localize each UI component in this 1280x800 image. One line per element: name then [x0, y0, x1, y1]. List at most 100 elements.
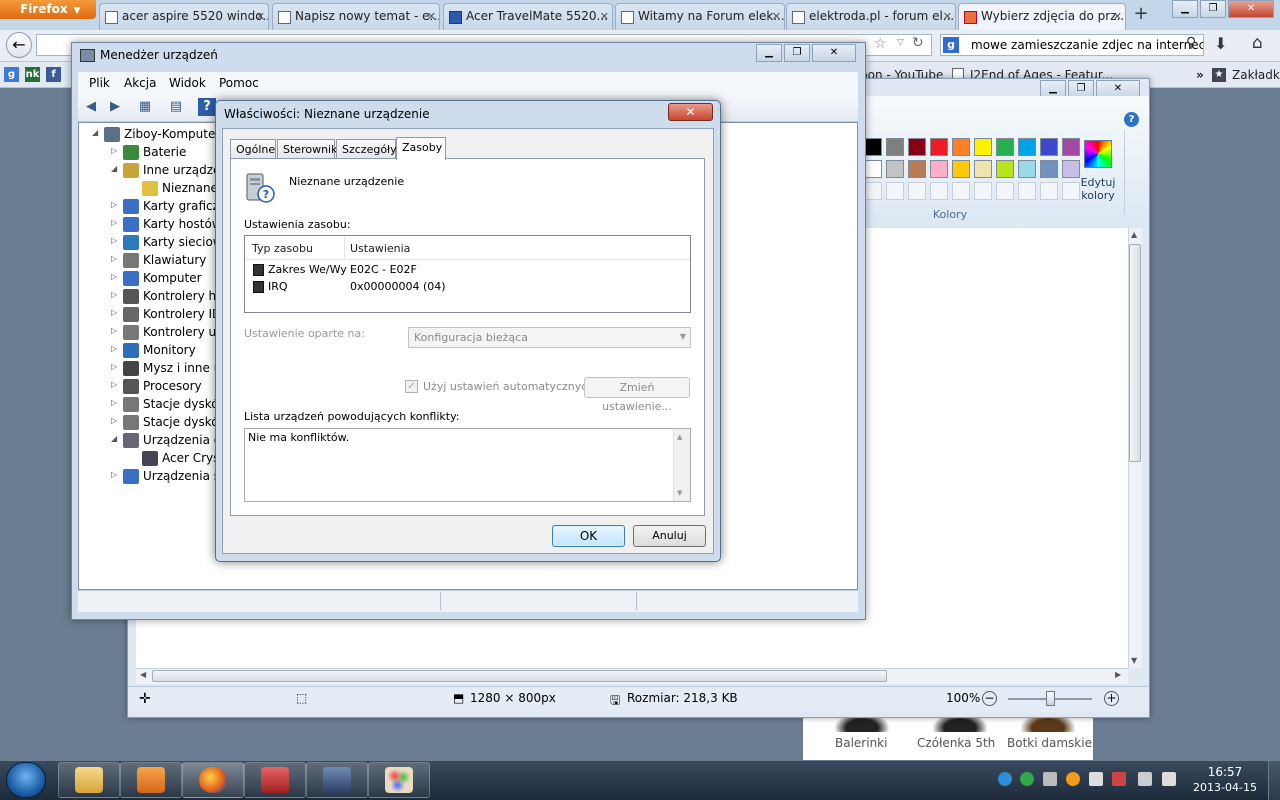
expand-arrow-icon[interactable]: ▷: [111, 200, 117, 209]
tab-general[interactable]: Ogólne: [230, 139, 276, 159]
google-bookmark-icon[interactable]: g: [4, 67, 19, 82]
update-tray-icon[interactable]: [1066, 772, 1080, 786]
custom-color-slot[interactable]: [974, 182, 992, 200]
flag-icon[interactable]: [1089, 772, 1103, 786]
expand-arrow-icon[interactable]: ▷: [111, 470, 117, 479]
close-tab-icon[interactable]: ✕: [256, 10, 265, 23]
edit-colors-button[interactable]: Edytuj kolory: [1080, 140, 1116, 210]
expand-arrow-icon[interactable]: ▷: [111, 146, 117, 155]
browser-tab[interactable]: acer aspire 5520 windo... ✕: [99, 3, 269, 30]
tree-item[interactable]: ▷ Kontrolery un: [111, 325, 224, 340]
help-icon[interactable]: ?: [198, 98, 216, 116]
resource-setting-cell[interactable]: E02C - E02F: [350, 263, 417, 276]
ok-button[interactable]: OK: [552, 525, 625, 547]
tree-item[interactable]: ▷ Baterie: [111, 145, 186, 160]
start-button[interactable]: [6, 762, 46, 798]
bookmarks-menu[interactable]: Zakładki: [1232, 68, 1280, 82]
expand-arrow-icon[interactable]: ▷: [111, 290, 117, 299]
horizontal-scroll-thumb[interactable]: [152, 670, 887, 682]
reload-icon[interactable]: ↻: [912, 35, 924, 51]
battery-icon[interactable]: [1112, 772, 1126, 786]
scroll-down-icon[interactable]: ▼: [1131, 656, 1137, 665]
scroll-right-icon[interactable]: ▶: [1115, 670, 1121, 679]
expand-arrow-icon[interactable]: ▷: [111, 380, 117, 389]
close-icon[interactable]: ✕: [812, 44, 856, 62]
change-setting-button[interactable]: Zmień ustawienie...: [584, 377, 690, 413]
tree-item[interactable]: ◢ Inne urządzen: [111, 163, 228, 178]
facebook-bookmark-icon[interactable]: f: [46, 67, 61, 82]
tree-item[interactable]: ◢ Urządzenia do: [111, 433, 229, 448]
expand-arrow-icon[interactable]: ▷: [111, 272, 117, 281]
show-desktop-button[interactable]: [1268, 761, 1280, 800]
expand-arrow-icon[interactable]: ▷: [111, 362, 117, 371]
browser-tab[interactable]: Acer TravelMate 5520... ✕: [443, 3, 613, 30]
tree-item[interactable]: ▷ Monitory: [111, 343, 196, 358]
app-tray-icon[interactable]: [1043, 772, 1057, 786]
torrent-tray-icon[interactable]: [1020, 772, 1034, 786]
restore-icon[interactable]: ❐: [1200, 0, 1226, 18]
tree-item[interactable]: ▷ Mysz i inne ur: [111, 361, 226, 376]
search-icon[interactable]: ⚲: [1186, 35, 1196, 51]
back-icon[interactable]: ◀: [82, 98, 100, 116]
bookmark-star-icon[interactable]: ☆: [874, 36, 887, 52]
tree-item[interactable]: ▷ Stacje dysków: [111, 415, 228, 430]
color-swatch[interactable]: [1062, 160, 1080, 178]
firefox-taskbar-button[interactable]: [182, 762, 244, 798]
expand-arrow-icon[interactable]: ▷: [111, 254, 117, 263]
tab-resources[interactable]: Zasoby: [396, 137, 446, 160]
scroll-up-icon[interactable]: ▲: [677, 433, 682, 441]
tree-item[interactable]: ▷ Kontrolery ho: [111, 289, 223, 304]
scroll-left-icon[interactable]: ◀: [140, 670, 146, 679]
custom-color-slot[interactable]: [930, 182, 948, 200]
color-swatch[interactable]: [1062, 138, 1080, 156]
media-player-taskbar-button[interactable]: [120, 762, 182, 798]
home-icon[interactable]: ⌂: [1252, 33, 1263, 53]
tree-item[interactable]: ▷ Klawiatury: [111, 253, 206, 268]
clock-date[interactable]: 2013-04-15: [1190, 781, 1260, 794]
custom-color-slot[interactable]: [886, 182, 904, 200]
resource-setting-cell[interactable]: 0x00000004 (04): [350, 280, 446, 293]
custom-color-slot[interactable]: [952, 182, 970, 200]
search-bar[interactable]: g mowe zamieszczanie zdjec na internecie: [940, 34, 1204, 56]
color-swatch[interactable]: [1018, 160, 1036, 178]
minimize-icon[interactable]: ▁: [756, 44, 782, 62]
firefox-menu-button[interactable]: Firefox ▼: [0, 0, 96, 19]
zoom-out-icon[interactable]: −: [982, 691, 997, 706]
color-swatch[interactable]: [974, 138, 992, 156]
help-icon[interactable]: ?: [1124, 112, 1139, 127]
based-on-select[interactable]: Konfiguracja bieżąca ▼: [408, 327, 691, 348]
column-resource-type[interactable]: Typ zasobu: [252, 242, 313, 255]
expand-arrow-icon[interactable]: ▷: [111, 326, 117, 335]
device-manager-taskbar-button[interactable]: [244, 762, 306, 798]
zoom-slider-handle[interactable]: [1046, 691, 1055, 706]
bookmarks-overflow-chevron[interactable]: »: [1196, 68, 1204, 82]
custom-color-slot[interactable]: [908, 182, 926, 200]
color-swatch[interactable]: [886, 138, 904, 156]
agent-taskbar-button[interactable]: [306, 762, 368, 798]
custom-color-slot[interactable]: [1040, 182, 1058, 200]
color-swatch[interactable]: [952, 138, 970, 156]
tree-item[interactable]: ◢ Ziboy-Komputer: [92, 127, 220, 142]
cancel-button[interactable]: Anuluj: [633, 525, 706, 547]
new-tab-button[interactable]: +: [1127, 3, 1155, 30]
tree-item[interactable]: Acer Cryst: [142, 451, 224, 466]
scroll-up-icon[interactable]: ▲: [1131, 230, 1137, 239]
color-swatch[interactable]: [996, 138, 1014, 156]
collapse-arrow-icon[interactable]: ◢: [111, 164, 117, 173]
browser-tab[interactable]: Witamy na Forum elek... ✕: [615, 3, 785, 30]
explorer-taskbar-button[interactable]: [58, 762, 120, 798]
close-tab-icon[interactable]: ✕: [943, 10, 952, 23]
expand-arrow-icon[interactable]: ▷: [111, 308, 117, 317]
tree-view-icon[interactable]: ▦: [136, 98, 154, 116]
resource-type-cell[interactable]: IRQ: [268, 280, 288, 293]
clock-time[interactable]: 16:57: [1190, 765, 1260, 779]
expand-arrow-icon[interactable]: ▷: [111, 344, 117, 353]
color-swatch[interactable]: [864, 138, 882, 156]
volume-icon[interactable]: [1162, 772, 1176, 786]
close-icon[interactable]: ✕: [668, 103, 713, 121]
vertical-scroll-thumb[interactable]: [1129, 244, 1141, 462]
color-swatch[interactable]: [930, 138, 948, 156]
back-arrow-icon[interactable]: ←: [6, 32, 32, 58]
expand-arrow-icon[interactable]: ▷: [111, 218, 117, 227]
properties-icon[interactable]: ▤: [167, 98, 185, 116]
